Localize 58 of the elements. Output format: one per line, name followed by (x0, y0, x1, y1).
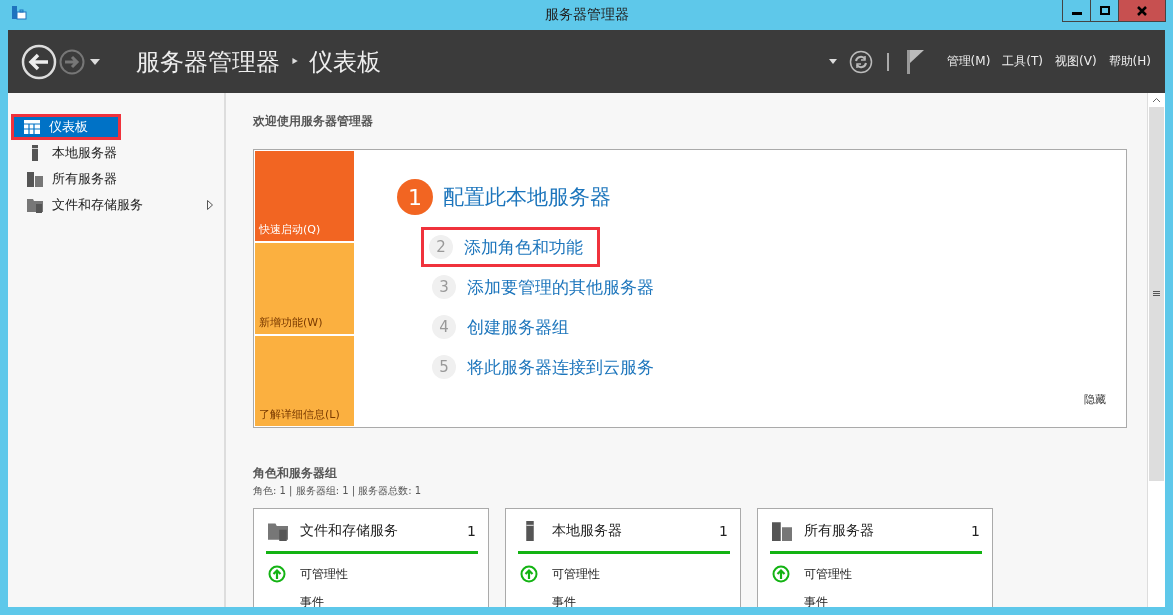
status-label[interactable]: 可管理性 (300, 565, 348, 583)
card-count: 1 (971, 523, 980, 539)
step-link[interactable]: 1 配置此本地服务器 (394, 171, 628, 223)
status-label[interactable]: 事件 (300, 593, 324, 607)
role-card[interactable]: 所有服务器 1 可管理性 事件 (757, 508, 993, 607)
scroll-up-icon[interactable] (1152, 97, 1161, 103)
breadcrumb-root[interactable]: 服务器管理器 (136, 45, 280, 78)
status-label[interactable]: 可管理性 (552, 565, 600, 583)
section-title: 欢迎使用服务器管理器 (253, 113, 374, 130)
sidebar-item[interactable]: 本地服务器 (8, 140, 224, 166)
sidebar-item[interactable]: 所有服务器 (8, 166, 224, 192)
hide-link[interactable]: 隐藏 (1084, 392, 1106, 407)
card-title: 文件和存储服务 (300, 522, 399, 540)
menu-item[interactable]: 帮助(H) (1108, 53, 1151, 70)
folder-icon (27, 197, 43, 213)
grid-icon (24, 120, 40, 134)
refresh-icon[interactable] (848, 49, 873, 74)
section-title: 角色和服务器组 (253, 465, 338, 482)
grip-icon (1153, 291, 1160, 297)
step-link[interactable]: 5 将此服务器连接到云服务 (394, 347, 671, 387)
dropdown-icon[interactable] (90, 58, 100, 65)
scroll-thumb[interactable] (1149, 107, 1164, 481)
sidebar-item[interactable]: 文件和存储服务 (8, 192, 224, 218)
app-icon (11, 5, 27, 21)
close-icon (1137, 5, 1147, 16)
step-link[interactable]: 3 添加要管理的其他服务器 (394, 267, 671, 307)
summary-text: 角色: 1 | 服务器组: 1 | 服务器总数: 1 (253, 484, 423, 498)
card-count: 1 (719, 523, 728, 539)
window-title: 服务器管理器 (544, 6, 629, 24)
back-button[interactable] (20, 43, 58, 80)
menu-item[interactable]: 管理(M) (946, 53, 991, 70)
status-label[interactable]: 事件 (552, 593, 576, 607)
sidebar-item[interactable]: 仪表板 (11, 114, 121, 140)
step-link[interactable]: 4 创建服务器组 (394, 307, 586, 347)
menu-item[interactable]: 视图(V) (1055, 53, 1097, 70)
status-label[interactable]: 事件 (804, 593, 828, 607)
breadcrumb-current: 仪表板 (309, 46, 382, 78)
breadcrumb-separator: ‣ (290, 52, 300, 71)
maximize-icon (1099, 5, 1110, 16)
flag-icon[interactable] (906, 49, 925, 74)
step-link[interactable]: 2 添加角色和功能 (421, 227, 600, 267)
status-label[interactable]: 可管理性 (804, 565, 852, 583)
servers-icon (772, 521, 792, 541)
quick-tile[interactable]: 新增功能(W) (255, 243, 354, 334)
scrollbar[interactable] (1147, 93, 1165, 607)
card-count: 1 (467, 523, 476, 539)
close-button[interactable] (1119, 0, 1165, 21)
dropdown-icon[interactable] (828, 59, 837, 64)
card-title: 本地服务器 (552, 522, 623, 540)
folder-icon (268, 521, 288, 541)
servers-icon (27, 171, 43, 187)
minimize-icon (1071, 12, 1082, 15)
role-card[interactable]: 文件和存储服务 1 可管理性 事件 (253, 508, 489, 607)
card-title: 所有服务器 (804, 522, 875, 540)
menu-item[interactable]: 工具(T) (1002, 53, 1044, 70)
quick-tile[interactable]: 了解详细信息(L) (255, 335, 354, 426)
role-card[interactable]: 本地服务器 1 可管理性 事件 (505, 508, 741, 607)
expand-arrow-icon[interactable] (207, 200, 213, 210)
